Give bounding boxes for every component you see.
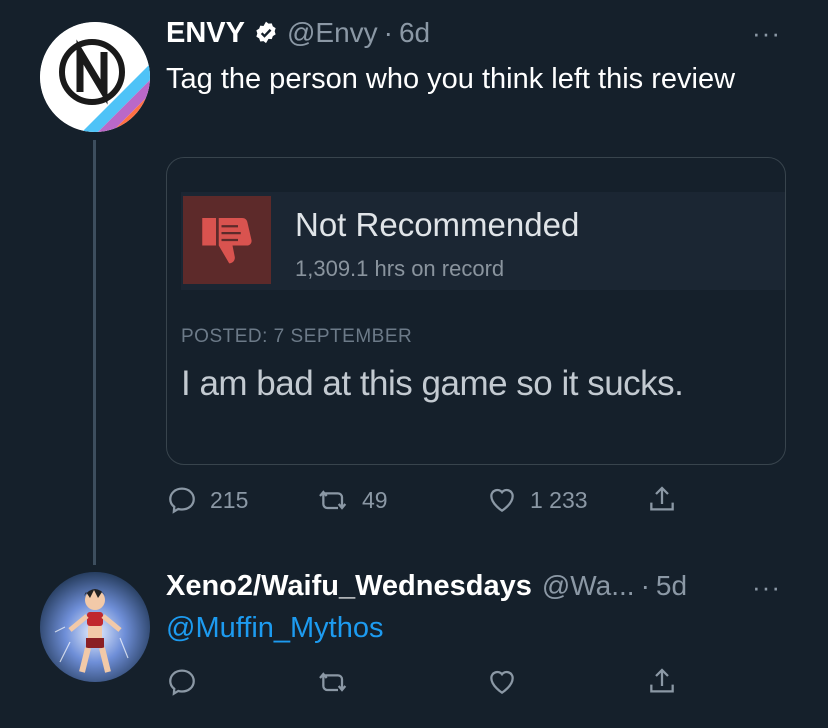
- retweet-icon: [319, 672, 347, 692]
- reply-separator-dot: ·: [640, 570, 650, 601]
- thumbs-down-icon: [202, 218, 252, 264]
- reply-retweet-button[interactable]: [318, 666, 350, 698]
- tweet-time[interactable]: 6d: [399, 17, 430, 49]
- reply-header: Xeno2/Waifu_Wednesdays @Wa... · 5d: [166, 570, 687, 603]
- tweet-text: Tag the person who you think left this r…: [166, 63, 736, 95]
- retweet-button[interactable]: 49: [318, 484, 388, 516]
- reply-time[interactable]: 5d: [656, 570, 687, 602]
- review-hours: 1,309.1 hrs on record: [295, 256, 505, 281]
- like-button[interactable]: 1 233: [486, 484, 588, 516]
- like-icon: [490, 488, 514, 513]
- review-status: Not Recommended: [295, 206, 580, 243]
- retweet-icon: [319, 490, 347, 510]
- retweet-count: 49: [362, 486, 388, 513]
- envy-logo-icon: [40, 22, 150, 132]
- reply-like-button[interactable]: [486, 666, 518, 698]
- tweet-header: ENVY @Envy · 6d: [166, 16, 430, 50]
- thumbs-down-box: [183, 196, 271, 284]
- share-button[interactable]: [646, 484, 678, 516]
- review-posted-date: POSTED: 7 SEPTEMBER: [181, 326, 413, 347]
- separator-dot: ·: [383, 17, 393, 48]
- share-icon: [650, 486, 674, 511]
- thread-line: [93, 140, 96, 565]
- like-icon: [490, 670, 514, 695]
- like-count: 1 233: [530, 486, 588, 513]
- reply-count: 215: [210, 486, 249, 513]
- author-name[interactable]: ENVY: [166, 17, 245, 50]
- reply-author-name[interactable]: Xeno2/Waifu_Wednesdays: [166, 570, 532, 603]
- reply-author-handle[interactable]: @Wa...: [542, 570, 635, 602]
- reply-reply-button[interactable]: [166, 666, 198, 698]
- anime-character-avatar-icon: [40, 572, 150, 682]
- reply-button[interactable]: 215: [166, 484, 248, 516]
- reply-icon: [169, 669, 195, 696]
- reply-icon: [169, 487, 195, 514]
- reply-share-button[interactable]: [646, 666, 678, 698]
- share-icon: [650, 668, 674, 693]
- envy-avatar[interactable]: [40, 22, 150, 132]
- reply-author-avatar[interactable]: [40, 572, 150, 682]
- review-text: I am bad at this game so it sucks.: [181, 364, 684, 403]
- reply-more-icon[interactable]: ···: [752, 572, 781, 603]
- reply-mention-link[interactable]: @Muffin_Mythos: [166, 612, 384, 645]
- reply-actions: [166, 666, 686, 706]
- author-handle[interactable]: @Envy: [287, 17, 378, 49]
- embedded-review-image[interactable]: Not Recommended 1,309.1 hrs on record PO…: [166, 157, 786, 465]
- verified-badge-icon: [256, 21, 276, 44]
- tweet-actions: 215 49 1 233: [166, 484, 686, 524]
- more-icon[interactable]: ···: [752, 18, 781, 49]
